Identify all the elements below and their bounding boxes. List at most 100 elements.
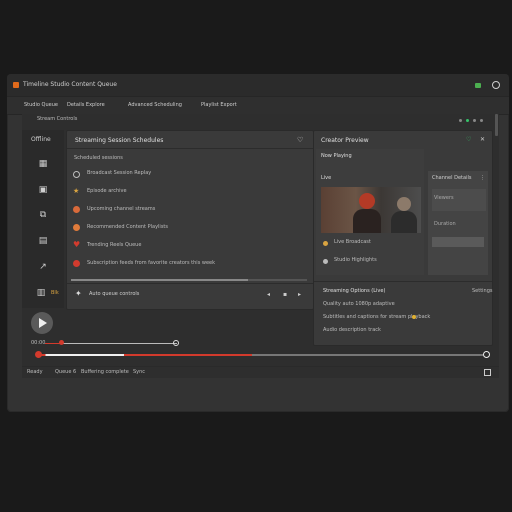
status-item: Ready (27, 369, 43, 375)
star-icon: ★ (73, 187, 80, 195)
menu-item-export[interactable]: Playlist Export (201, 102, 237, 109)
frame-icon[interactable]: ▣ (37, 185, 49, 195)
queue-panel: Streaming Session Schedules ♡ Scheduled … (66, 130, 314, 310)
sidebar: Offline ▦ ▣ ⧉ ▤ ↗ ▥ Blk (22, 130, 64, 308)
sidebar-item-label[interactable]: Offline (31, 136, 51, 144)
heart-icon: ♥ (73, 240, 81, 249)
queue-footer-divider (67, 283, 313, 284)
person-right (397, 197, 411, 211)
menu-item-details[interactable]: Details Explore (67, 102, 105, 109)
preview-header: Creator Preview (321, 137, 369, 144)
play-circle-icon (73, 224, 80, 231)
prev-icon[interactable]: ◂ (267, 291, 270, 298)
pause-icon[interactable]: ▪ (283, 291, 287, 298)
app-logo-icon (13, 82, 19, 88)
list-item[interactable]: Upcoming channel streams (73, 205, 305, 217)
play-icon (39, 318, 47, 328)
queue-footer-label: Auto queue controls (89, 291, 140, 297)
list-item-label: Episode archive (87, 188, 127, 194)
list-item-label: Recommended Content Playlists (87, 224, 168, 230)
menu-item-advanced[interactable]: Advanced Scheduling (128, 102, 182, 109)
pin-icon[interactable]: ✦ (75, 289, 82, 298)
queue-progress-track[interactable] (71, 279, 307, 281)
list-item-label: Trending Reels Queue (87, 242, 142, 248)
list-item-label: Subscription feeds from favorite creator… (87, 260, 216, 266)
current-time: 00:00 (31, 340, 46, 346)
main-progress-start-knob[interactable] (35, 351, 42, 358)
side-item-1: Viewers (434, 195, 454, 201)
list-item-label: Upcoming channel streams (87, 206, 156, 212)
person-left (359, 193, 375, 209)
queue-header: Streaming Session Schedules (75, 137, 164, 144)
menu-item-studio[interactable]: Studio Queue (24, 102, 58, 109)
person-right-body (391, 211, 417, 233)
toolbar-dot-1[interactable] (459, 119, 462, 122)
mini-progress-knob[interactable] (58, 340, 64, 345)
thumb-title: Now Playing (321, 153, 352, 159)
like-icon[interactable] (323, 241, 328, 246)
main-progress-track[interactable] (39, 354, 483, 356)
record-icon (73, 260, 80, 267)
status-bar: Ready Queue 6 Buffering complete Sync (22, 366, 499, 379)
status-indicator-icon[interactable] (475, 83, 481, 88)
caption-1: Live Broadcast (334, 239, 371, 245)
split-icon[interactable]: ⧉ (37, 210, 49, 220)
caption-2: Studio Highlights (334, 257, 377, 263)
clock-icon (73, 171, 80, 178)
sidebar-item-label-blk[interactable]: Blk (51, 290, 59, 297)
toolbar-dot-3[interactable] (473, 119, 476, 122)
queue-progress-fill (71, 279, 248, 281)
details-title: Streaming Options (Live) (323, 288, 386, 294)
expand-icon[interactable] (484, 369, 491, 376)
preview-card: Now Playing Live Live Broadcast Studio H… (316, 149, 424, 275)
list-item[interactable]: Recommended Content Playlists (73, 223, 305, 235)
view-icon (323, 259, 328, 264)
scrollbar[interactable] (495, 114, 498, 136)
menu-bar: Studio Queue Details Explore Advanced Sc… (7, 96, 509, 115)
play-button[interactable] (31, 312, 53, 334)
details-line-3: Audio description track (323, 327, 381, 333)
status-item: Buffering complete (81, 369, 129, 375)
film-icon[interactable]: ▤ (37, 236, 49, 246)
list-item[interactable]: ★ Episode archive (73, 187, 305, 199)
heart-outline-icon[interactable]: ♡ (466, 136, 471, 143)
channel-icon[interactable]: ▥ (35, 288, 47, 298)
toolbar-label: Stream Controls (37, 116, 78, 122)
preview-panel: Creator Preview ♡ ✕ Now Playing Live Liv… (313, 130, 493, 346)
side-item-2: Duration (434, 221, 456, 227)
status-item: Sync (133, 369, 146, 375)
trend-icon[interactable]: ↗ (37, 262, 49, 272)
fire-icon (73, 206, 80, 213)
toolbar-dot-2[interactable] (466, 119, 469, 122)
preview-side: Channel Details ⋮ Viewers Duration (428, 171, 488, 275)
main-progress-end-knob[interactable] (483, 351, 490, 358)
heart-outline-icon[interactable]: ♡ (297, 136, 303, 144)
side-block: Viewers (432, 189, 486, 211)
title-bar: Timeline Studio Content Queue (7, 74, 509, 96)
side-title: Channel Details (432, 175, 472, 181)
toolbar-dot-4[interactable] (480, 119, 483, 122)
power-icon[interactable] (492, 81, 500, 89)
queue-section-label: Scheduled sessions (74, 155, 123, 161)
thumb-label: Live (321, 175, 332, 181)
list-item[interactable]: ♥ Trending Reels Queue (73, 240, 305, 253)
mini-progress-end[interactable] (173, 340, 179, 346)
main-progress-fill (39, 354, 253, 356)
list-item[interactable]: Subscription feeds from favorite creator… (73, 259, 305, 271)
mini-progress-track[interactable] (45, 343, 177, 344)
highlight-icon (412, 315, 416, 319)
side-bar[interactable] (432, 237, 484, 247)
side-menu-icon[interactable]: ⋮ (480, 175, 485, 181)
list-item-label: Broadcast Session Replay (87, 170, 152, 176)
close-icon[interactable]: ✕ (480, 136, 485, 143)
app-title: Timeline Studio Content Queue (23, 81, 117, 88)
details-line-1: Quality auto 1080p adaptive (323, 301, 395, 307)
list-item[interactable]: Broadcast Session Replay (73, 169, 305, 181)
status-item: Queue 6 (55, 369, 77, 375)
grid-icon[interactable]: ▦ (37, 159, 49, 169)
next-icon[interactable]: ▸ (298, 291, 301, 298)
details-link[interactable]: Settings (472, 288, 493, 295)
app-window: Timeline Studio Content Queue Studio Que… (7, 74, 509, 412)
video-thumbnail[interactable] (321, 187, 421, 233)
queue-header-divider (67, 148, 313, 149)
